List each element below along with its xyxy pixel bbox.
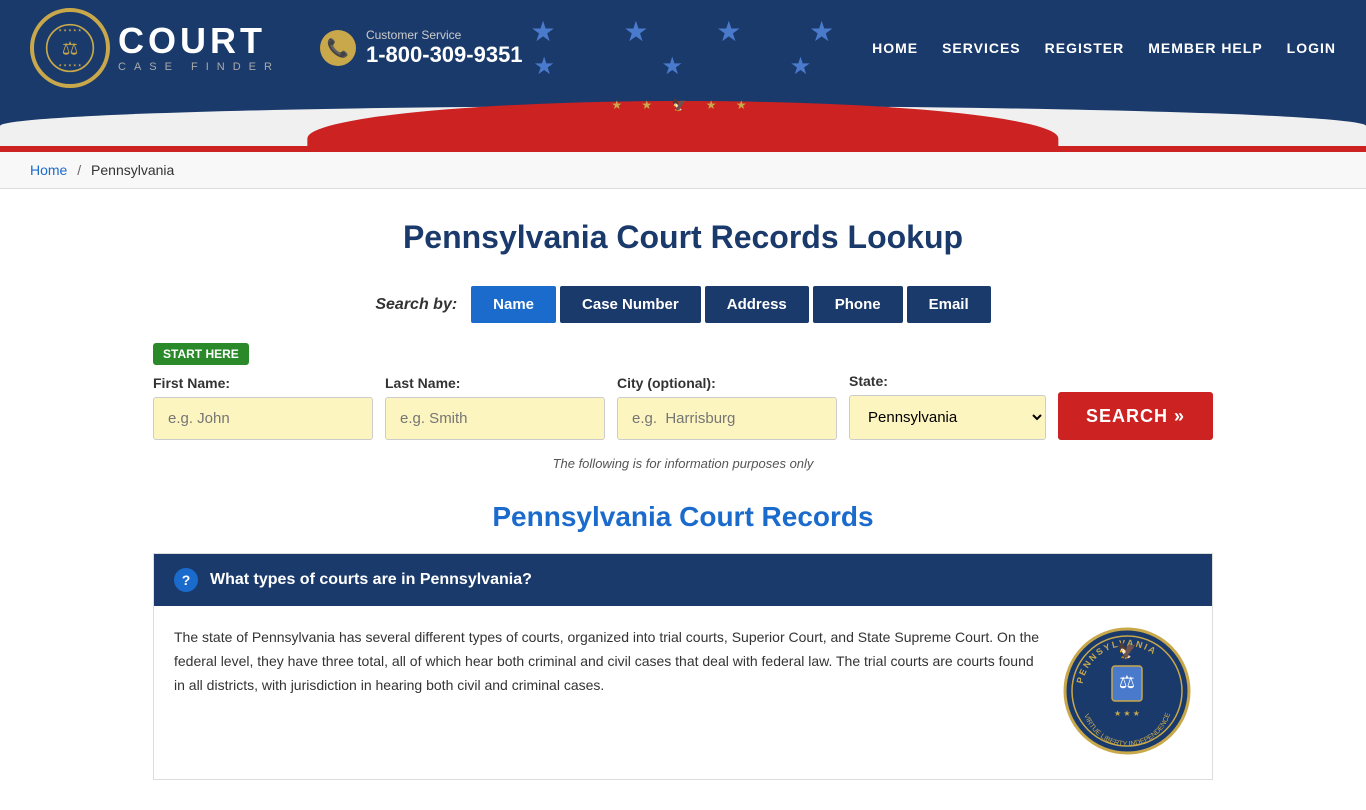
nav-services[interactable]: SERVICES <box>942 40 1021 56</box>
cs-label: Customer Service <box>366 28 523 42</box>
customer-service-info: Customer Service 1-800-309-9351 <box>366 28 523 68</box>
faq-question-icon: ? <box>174 568 198 592</box>
svg-text:★ ★ ★: ★ ★ ★ <box>1114 709 1140 718</box>
first-name-group: First Name: <box>153 375 373 440</box>
breadcrumb-bar: Home / Pennsylvania <box>0 152 1366 189</box>
wave-area: ★ ★ 🦅 ★ ★ <box>0 96 1366 146</box>
nav-login[interactable]: LOGIN <box>1287 40 1336 56</box>
breadcrumb-home[interactable]: Home <box>30 162 67 178</box>
last-name-input[interactable] <box>385 397 605 440</box>
svg-text:🦅: 🦅 <box>1117 641 1137 660</box>
logo-court-text: COURT <box>118 23 280 59</box>
tab-phone[interactable]: Phone <box>813 286 903 323</box>
site-header: ★ ★ ★ ★ ★ ⚖ ★ ★ ★ ★ ★ COURT CASE FINDER … <box>0 0 1366 96</box>
tab-name[interactable]: Name <box>471 286 556 323</box>
breadcrumb-separator: / <box>77 162 81 178</box>
faq-answer-text: The state of Pennsylvania has several di… <box>174 626 1042 759</box>
header-stars: ★ ★ ★ ★ ★ ★ ★ <box>523 15 873 81</box>
svg-text:★ ★ ★ ★ ★: ★ ★ ★ ★ ★ <box>58 27 82 32</box>
main-content: Pennsylvania Court Records Lookup Search… <box>133 189 1233 810</box>
state-select[interactable]: Pennsylvania Alabama Alaska Arizona Arka… <box>849 395 1046 440</box>
tab-email[interactable]: Email <box>907 286 991 323</box>
state-group: State: Pennsylvania Alabama Alaska Arizo… <box>849 373 1046 440</box>
last-name-group: Last Name: <box>385 375 605 440</box>
faq-header-1[interactable]: ? What types of courts are in Pennsylvan… <box>154 554 1212 606</box>
city-label: City (optional): <box>617 375 837 391</box>
search-by-label: Search by: <box>375 296 457 314</box>
svg-text:★ ★ ★ ★ ★: ★ ★ ★ ★ ★ <box>58 62 82 67</box>
tab-case-number[interactable]: Case Number <box>560 286 701 323</box>
nav-member-help[interactable]: MEMBER HELP <box>1148 40 1262 56</box>
logo-icon: ★ ★ ★ ★ ★ ⚖ ★ ★ ★ ★ ★ <box>30 8 110 88</box>
faq-body-1: The state of Pennsylvania has several di… <box>154 606 1212 779</box>
svg-text:⚖: ⚖ <box>62 38 78 59</box>
search-form: First Name: Last Name: City (optional): … <box>153 373 1213 440</box>
wave-stars: ★ ★ 🦅 ★ ★ <box>611 98 754 112</box>
city-group: City (optional): <box>617 375 837 440</box>
cs-number: 1-800-309-9351 <box>366 42 523 68</box>
first-name-label: First Name: <box>153 375 373 391</box>
svg-text:⚖: ⚖ <box>1119 672 1135 692</box>
search-button[interactable]: SEARCH » <box>1058 392 1213 440</box>
first-name-input[interactable] <box>153 397 373 440</box>
logo-text: COURT CASE FINDER <box>118 23 280 73</box>
nav-home[interactable]: HOME <box>872 40 918 56</box>
state-label: State: <box>849 373 1046 389</box>
page-title: Pennsylvania Court Records Lookup <box>153 219 1213 256</box>
faq-question-text: What types of courts are in Pennsylvania… <box>210 571 532 589</box>
disclaimer-text: The following is for information purpose… <box>153 456 1213 471</box>
breadcrumb-current: Pennsylvania <box>91 162 174 178</box>
phone-icon: 📞 <box>320 30 356 66</box>
customer-service: 📞 Customer Service 1-800-309-9351 <box>320 28 523 68</box>
start-here-badge: START HERE <box>153 343 249 365</box>
logo-sub-text: CASE FINDER <box>118 61 280 73</box>
faq-item-1: ? What types of courts are in Pennsylvan… <box>153 553 1213 780</box>
nav-register[interactable]: REGISTER <box>1045 40 1125 56</box>
last-name-label: Last Name: <box>385 375 605 391</box>
star-decoration: ★ ★ ★ ★ ★ ★ ★ <box>530 15 864 81</box>
tab-address[interactable]: Address <box>705 286 809 323</box>
pa-seal: PENNSYLVANIA 🦅 ⚖ ★ ★ ★ VIRTUE LIBERTY IN… <box>1062 626 1192 759</box>
search-by-row: Search by: Name Case Number Address Phon… <box>153 286 1213 323</box>
city-input[interactable] <box>617 397 837 440</box>
records-title: Pennsylvania Court Records <box>153 501 1213 533</box>
main-nav: HOME SERVICES REGISTER MEMBER HELP LOGIN <box>872 40 1336 56</box>
logo-area: ★ ★ ★ ★ ★ ⚖ ★ ★ ★ ★ ★ COURT CASE FINDER <box>30 8 280 88</box>
